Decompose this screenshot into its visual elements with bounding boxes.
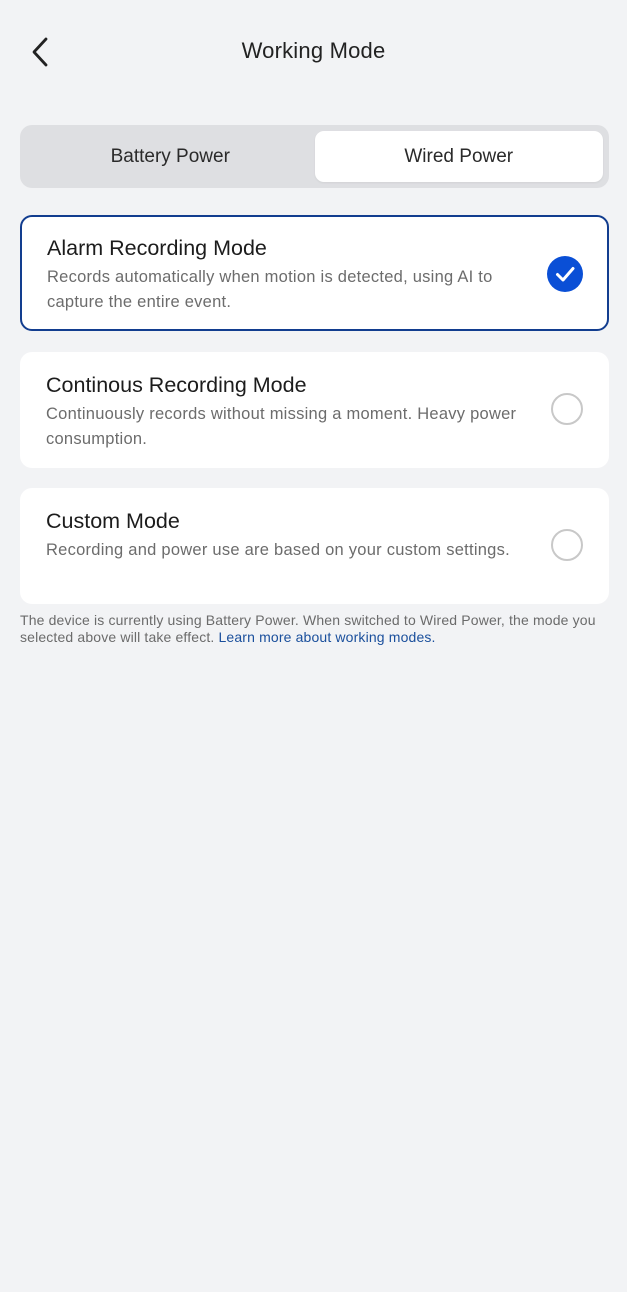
page-title: Working Mode — [241, 38, 386, 63]
mode-title: Continous Recording Mode — [46, 373, 307, 397]
mode-title: Custom Mode — [46, 509, 180, 533]
tab-wired-power[interactable]: Wired Power — [314, 131, 603, 182]
radio-unchecked-icon[interactable] — [551, 393, 583, 425]
footer-note: The device is currently using Battery Po… — [20, 612, 610, 646]
mode-description: Records automatically when motion is det… — [47, 268, 493, 311]
mode-title: Alarm Recording Mode — [47, 236, 267, 260]
radio-unchecked-icon[interactable] — [551, 529, 583, 561]
mode-description: Recording and power use are based on you… — [46, 541, 510, 559]
mode-option-continuous-recording[interactable]: Continous Recording Mode Continuously re… — [20, 352, 609, 468]
learn-more-link[interactable]: Learn more about working modes. — [218, 629, 435, 645]
power-source-segmented-control: Battery Power Wired Power — [20, 125, 609, 188]
checkmark-circle-icon[interactable] — [547, 256, 583, 292]
mode-option-alarm-recording[interactable]: Alarm Recording Mode Records automatical… — [20, 215, 609, 331]
tab-battery-power[interactable]: Battery Power — [26, 131, 315, 182]
mode-description: Continuously records without missing a m… — [46, 405, 517, 448]
nav-bar: Working Mode — [0, 0, 627, 106]
mode-option-custom[interactable]: Custom Mode Recording and power use are … — [20, 488, 609, 604]
